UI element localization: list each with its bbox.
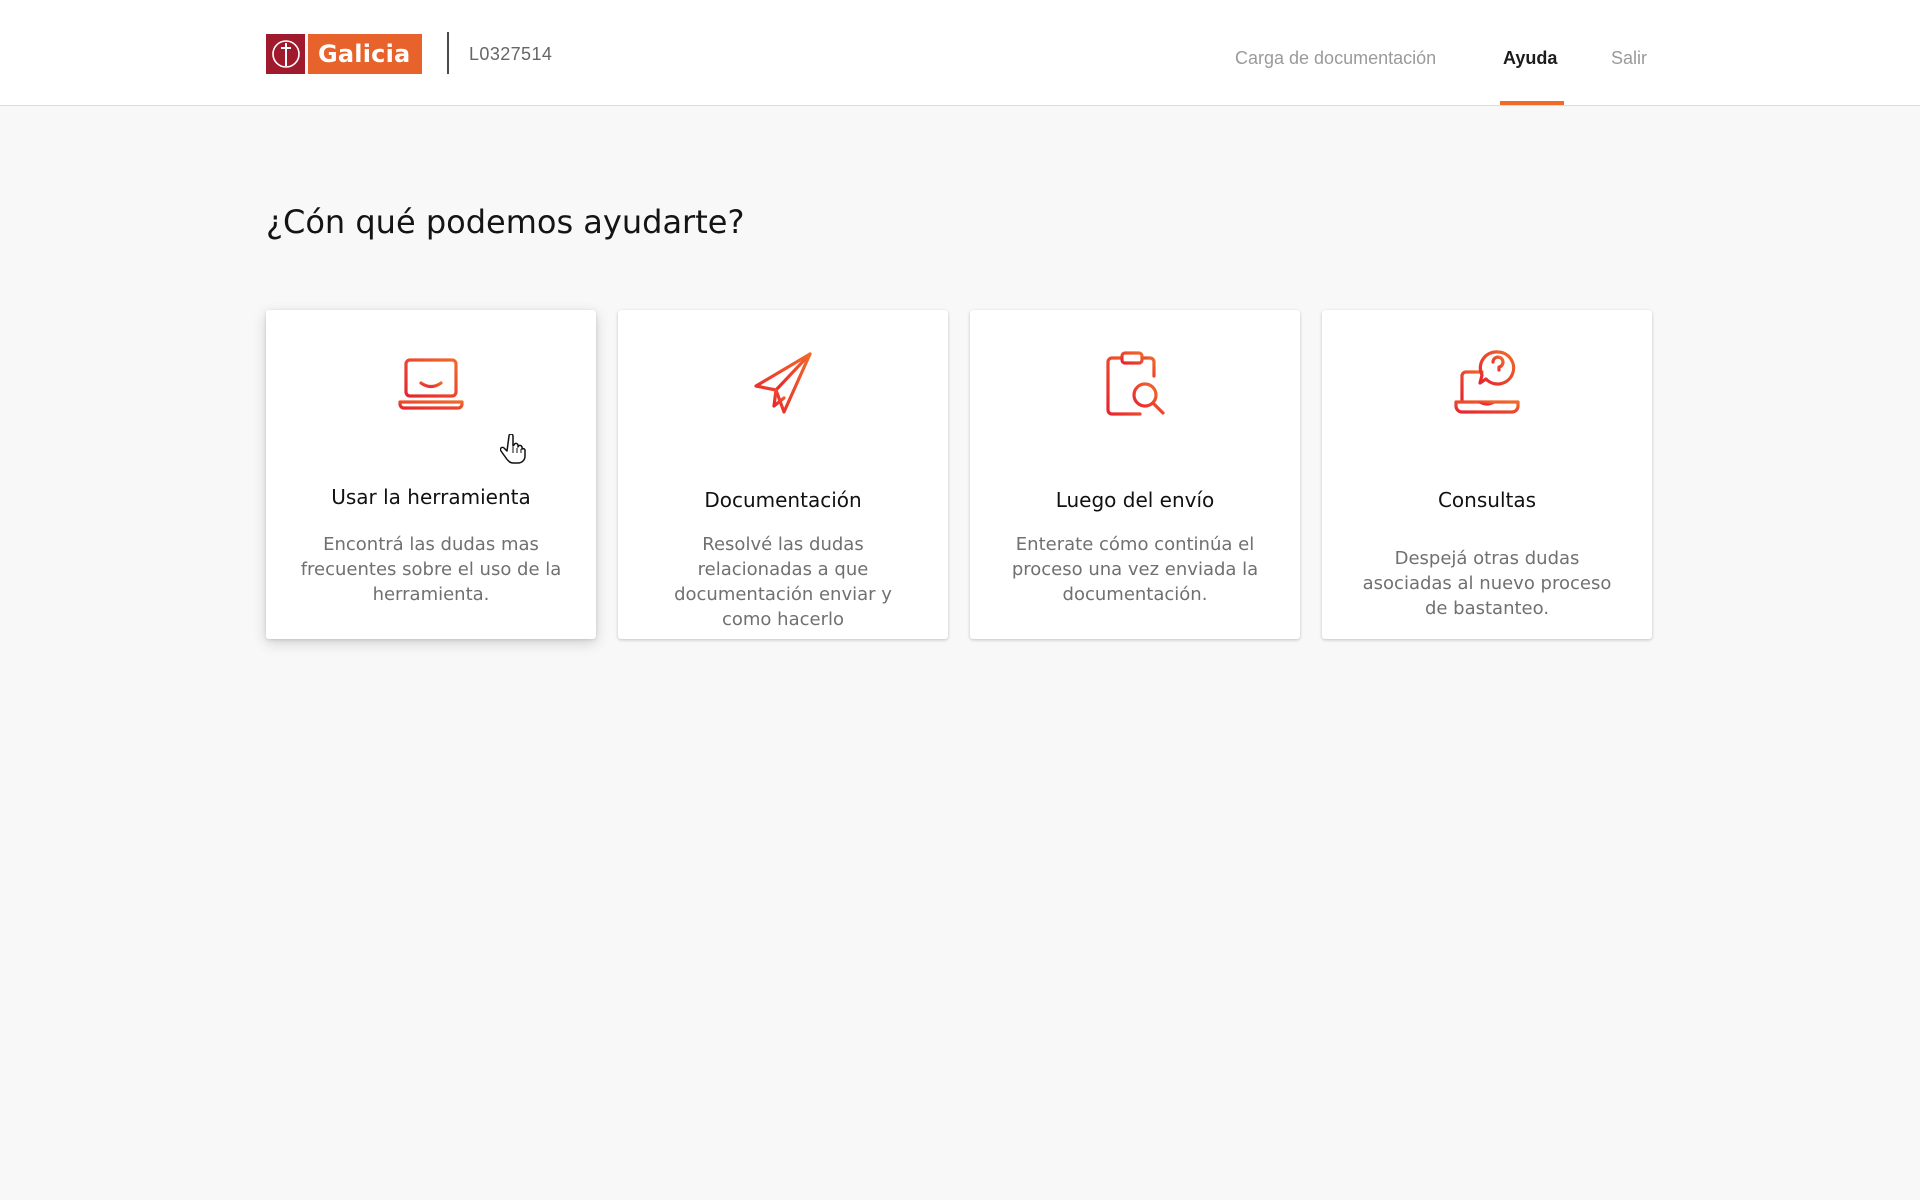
laptop-question-icon	[1454, 350, 1520, 414]
nav-salir[interactable]: Salir	[1611, 48, 1647, 69]
card-description: Despejá otras dudas asociadas al nuevo p…	[1362, 548, 1612, 619]
paper-plane-icon	[754, 352, 812, 414]
card-description: Encontrá las dudas mas frecuentes sobre …	[300, 534, 562, 605]
header-divider	[447, 32, 449, 74]
card-title: Consultas	[1437, 488, 1537, 512]
card-description: Resolvé las dudas relacionadas a que doc…	[674, 534, 892, 630]
user-code: L0327514	[469, 44, 553, 64]
bank-emblem-icon	[266, 34, 308, 74]
logo-wordmark: Galicia	[308, 34, 422, 74]
card-title: Luego del envío	[1055, 488, 1215, 512]
card-title: Documentación	[704, 488, 862, 512]
card-description: Enterate cómo continúa el proceso una ve…	[1011, 534, 1259, 605]
help-card-usar-herramienta[interactable]: Usar la herramienta Encontrá las dudas m…	[266, 310, 596, 639]
help-card-consultas[interactable]: Consultas Despejá otras dudas asociadas …	[1322, 310, 1652, 639]
nav-carga-documentacion[interactable]: Carga de documentación	[1235, 48, 1436, 69]
help-card-luego-del-envio[interactable]: Luego del envío Enterate cómo continúa e…	[970, 310, 1300, 639]
top-header: Galicia L0327514 Carga de documentación …	[0, 0, 1920, 106]
card-title: Usar la herramienta	[331, 485, 531, 509]
nav-ayuda[interactable]: Ayuda	[1503, 48, 1557, 69]
clipboard-search-icon	[1106, 351, 1165, 416]
galicia-logo[interactable]: Galicia	[266, 34, 422, 74]
help-card-documentacion[interactable]: Documentación Resolvé las dudas relacion…	[618, 310, 948, 639]
laptop-smile-icon	[398, 358, 464, 410]
active-tab-indicator	[1500, 101, 1564, 105]
page-title: ¿Cón qué podemos ayudarte?	[266, 203, 745, 241]
